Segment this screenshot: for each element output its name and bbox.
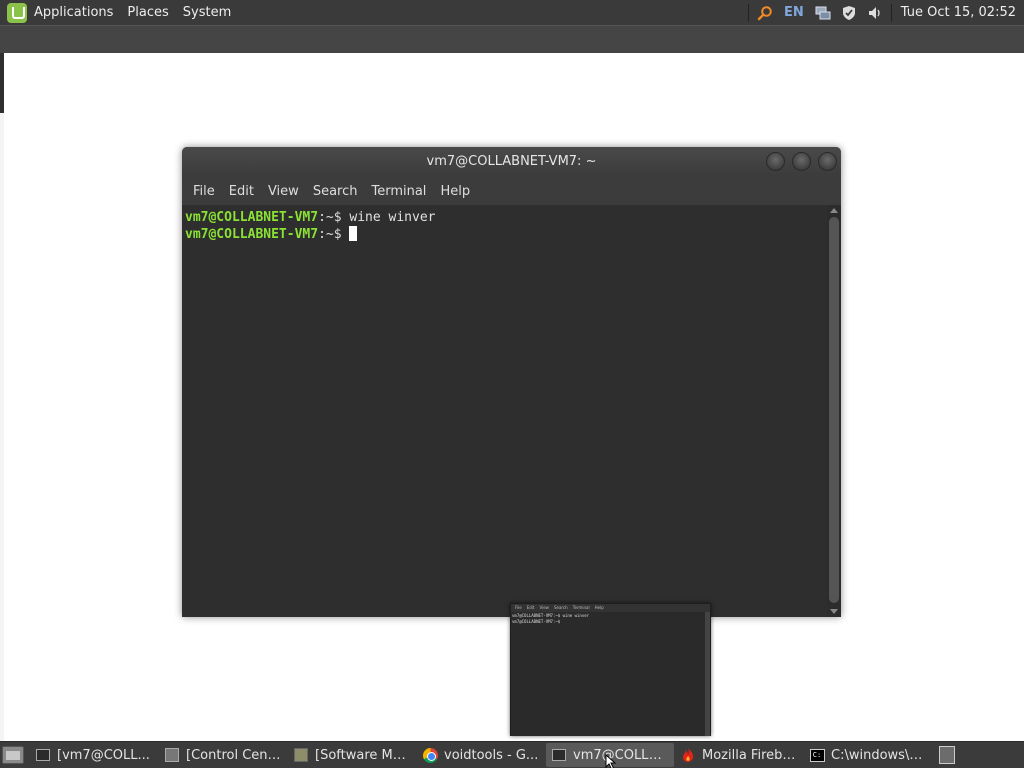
taskbar-item-firebird[interactable]: Mozilla Firebird [675,743,803,767]
prompt-user: vm7@COLLABNET-VM7 [185,210,319,225]
system-tray: EN Tue Oct 15, 02:52 [745,0,1024,25]
clock[interactable]: Tue Oct 15, 02:52 [895,5,1024,20]
menu-help[interactable]: Help [433,184,477,199]
preview-menu-item: Search [553,605,568,610]
terminal-titlebar[interactable]: vm7@COLLABNET-VM7: ~ [182,147,841,177]
menu-search[interactable]: Search [306,184,365,199]
bottom-panel: [vm7@COLL... [Control Cent... [Software … [0,741,1024,768]
search-icon[interactable] [757,5,773,21]
menu-view[interactable]: View [261,184,306,199]
taskbar-item-label: [Software Ma... [315,747,411,763]
preview-menu-item: Help [594,605,604,610]
terminal-icon [551,747,567,763]
preview-menubar: File Edit View Search Terminal Help [511,604,710,612]
taskbar-item-label: vm7@COLLA... [573,747,669,763]
terminal-icon [35,747,51,763]
taskbar-item-cmd[interactable]: C: C:\windows\s... [804,743,932,767]
preview-menu-item: View [539,605,549,610]
terminal-menubar: File Edit View Search Terminal Help [182,177,841,205]
chrome-icon [422,747,438,763]
terminal-title: vm7@COLLABNET-VM7: ~ [426,154,597,169]
terminal-line: vm7@COLLABNET-VM7:~$ wine winver [185,209,824,226]
window-preview-thumbnail[interactable]: File Edit View Search Terminal Help vm7@… [510,603,711,736]
top-panel: Applications Places System EN Tue Oct 15… [0,0,1024,25]
scroll-up-icon[interactable] [830,208,838,213]
cmd-icon: C: [809,747,825,763]
terminal-line: vm7@COLLABNET-VM7:~$ [185,226,824,243]
menu-places[interactable]: Places [120,0,175,25]
scrollbar-thumb[interactable] [829,217,839,603]
mouse-pointer-icon [605,754,617,768]
keyboard-layout-indicator[interactable]: EN [784,5,804,20]
menu-file[interactable]: File [186,184,222,199]
terminal-window: vm7@COLLABNET-VM7: ~ File Edit View Sear… [182,147,841,617]
preview-menu-item: File [515,605,522,610]
taskbar-item-software-manager[interactable]: [Software Ma... [288,743,416,767]
network-icon[interactable] [815,5,831,21]
menu-applications[interactable]: Applications [27,0,120,25]
preview-content: vm7@COLLABNET-VM7:~$ wine winver vm7@COL… [511,612,706,736]
prompt-user: vm7@COLLABNET-VM7 [185,227,319,242]
taskbar-item-label: voidtools - G... [444,747,539,763]
preview-menu-item: Edit [526,605,535,610]
command-text: wine winver [349,210,436,225]
workspace-switcher[interactable] [939,746,955,764]
software-manager-icon [293,747,309,763]
minimize-button[interactable] [766,152,785,171]
tray-separator [890,3,892,22]
prompt-path: :~$ [318,227,350,242]
menu-system[interactable]: System [176,0,238,25]
window-controls [759,152,837,171]
scroll-down-icon[interactable] [830,609,838,614]
firebird-icon [680,747,696,763]
taskbar-item-label: Mozilla Firebird [702,747,798,763]
close-button[interactable] [818,152,837,171]
text-cursor [349,226,358,241]
maximize-button[interactable] [792,152,811,171]
taskbar-item-label: C:\windows\s... [831,747,927,763]
taskbar-item-chrome[interactable]: voidtools - G... [417,743,545,767]
taskbar-item-label: [Control Cent... [186,747,282,763]
preview-line: vm7@COLLABNET-VM7:~$ [512,619,563,624]
prompt-path: :~$ [318,210,350,225]
taskbar-item-label: [vm7@COLL... [57,747,150,763]
show-desktop-icon[interactable] [2,746,24,764]
menu-edit[interactable]: Edit [222,184,261,199]
volume-icon[interactable] [867,5,883,21]
tray-separator [748,3,750,22]
taskbar-item-control-center[interactable]: [Control Cent... [159,743,287,767]
background-window-titlebar[interactable] [0,25,1024,53]
terminal-scrollbar[interactable] [827,205,841,617]
taskbar-item-terminal-1[interactable]: [vm7@COLL... [30,743,158,767]
menu-terminal[interactable]: Terminal [364,184,433,199]
preview-menu-item: Terminal [572,605,590,610]
shield-icon[interactable] [841,5,857,21]
terminal-output[interactable]: vm7@COLLABNET-VM7:~$ wine winver vm7@COL… [182,205,827,617]
mint-menu-icon[interactable] [7,2,27,23]
control-center-icon [164,747,180,763]
preview-scrollbar [705,612,710,736]
